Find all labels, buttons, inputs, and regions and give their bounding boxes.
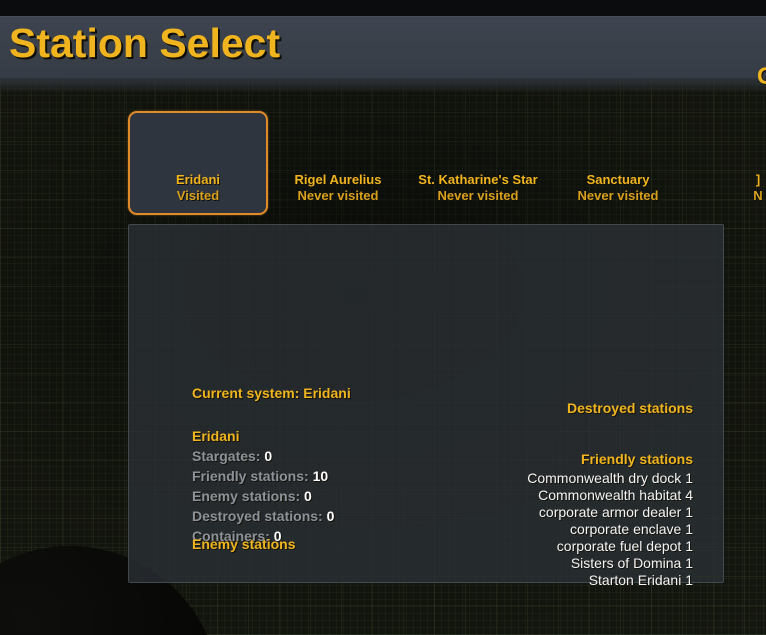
system-stats-block: Eridani Stargates: 0 Friendly stations: 1… (192, 426, 334, 546)
friendly-stations-block: Friendly stations Commonwealth dry dock … (527, 448, 693, 589)
stat-value: 10 (312, 468, 329, 484)
friendly-station-item: Starton Eridani 1 (588, 572, 693, 588)
header-fade (0, 78, 766, 92)
corner-glyph-icon: G (757, 64, 766, 92)
station-tab-3[interactable]: Sanctuary Never visited (548, 111, 688, 215)
stat-label: Enemy stations: (192, 488, 305, 504)
friendly-station-item: corporate enclave 1 (570, 521, 693, 537)
station-tab-name: St. Katharine's Star (418, 172, 538, 187)
stat-row: Destroyed stations: 0 (192, 506, 334, 526)
friendly-stations-list: Commonwealth dry dock 1 Commonwealth habi… (527, 470, 693, 589)
friendly-stations-heading: Friendly stations (580, 451, 693, 467)
friendly-station-item: corporate armor dealer 1 (538, 504, 693, 520)
station-tab-4[interactable]: ] N (688, 111, 766, 215)
friendly-station-item: Commonwealth dry dock 1 (527, 470, 693, 486)
friendly-station-item: Commonwealth habitat 4 (538, 487, 693, 503)
station-tab-name: Sanctuary (586, 172, 650, 187)
page-title: Station Select (9, 20, 281, 66)
station-tab-0[interactable]: Eridani Visited (128, 111, 268, 215)
system-name: Eridani (192, 428, 240, 444)
station-tab-name: Eridani (175, 172, 221, 187)
system-stats-list: Stargates: 0 Friendly stations: 10 Enemy s… (192, 446, 334, 546)
stat-row: Friendly stations: 10 (192, 466, 334, 486)
stat-value: 0 (264, 448, 273, 464)
station-tab-status: Never visited (297, 188, 379, 203)
station-tab-strip[interactable]: Eridani Visited Rigel Aurelius Never visite… (0, 106, 766, 218)
stat-value: 0 (326, 508, 335, 524)
station-tab-status: N (753, 188, 763, 203)
friendly-station-item: corporate fuel depot 1 (556, 538, 693, 554)
station-tab-1[interactable]: Rigel Aurelius Never visited (268, 111, 408, 215)
stat-label: Destroyed stations: (192, 508, 327, 524)
station-tab-name: Rigel Aurelius (294, 172, 382, 187)
station-tab-2[interactable]: St. Katharine's Star Never visited (408, 111, 548, 215)
friendly-station-item: Sisters of Domina 1 (570, 555, 693, 571)
stat-label: Stargates: (192, 448, 265, 464)
station-tab-status: Never visited (437, 188, 519, 203)
station-tab-name: ] (755, 172, 761, 187)
stat-row: Stargates: 0 (192, 446, 334, 466)
stat-value: 0 (304, 488, 312, 504)
top-black-strip (0, 0, 766, 16)
destroyed-stations-heading: Destroyed stations (566, 400, 693, 416)
stat-label: Friendly stations: (192, 468, 313, 484)
system-info-panel: Current system: Eridani Eridani Stargate… (128, 224, 724, 588)
station-tab-status: Visited (176, 188, 220, 203)
stat-row: Enemy stations: 0 (192, 486, 334, 506)
enemy-stations-heading: Enemy stations (192, 536, 296, 552)
current-system-label: Current system: Eridani (192, 385, 351, 401)
station-tab-status: Never visited (577, 188, 659, 203)
